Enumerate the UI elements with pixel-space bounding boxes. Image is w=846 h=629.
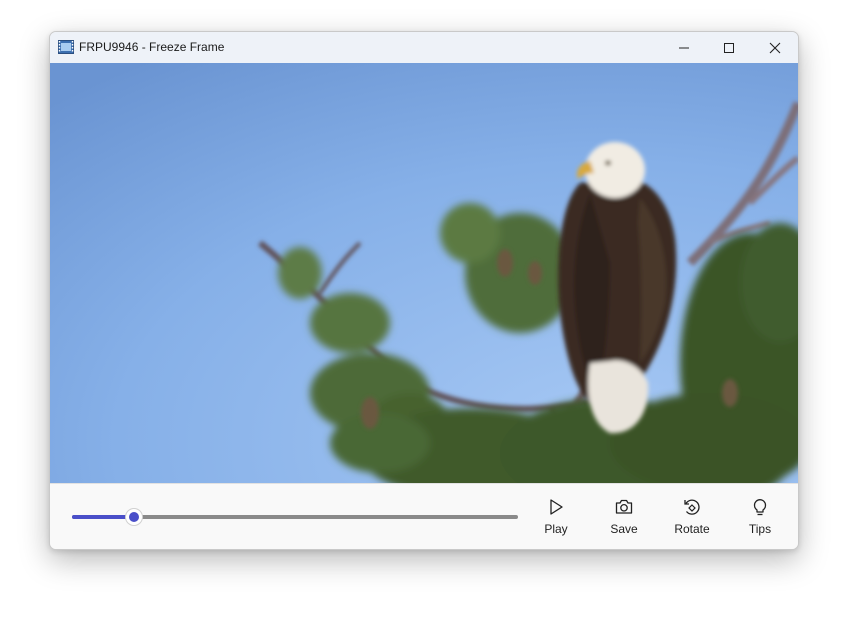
- lightbulb-icon: [753, 499, 767, 516]
- save-button[interactable]: Save: [594, 497, 654, 539]
- window-title: FRPU9946 - Freeze Frame: [79, 40, 225, 54]
- tips-button[interactable]: Tips: [730, 497, 790, 539]
- minimize-button[interactable]: [661, 32, 706, 63]
- camera-icon: [615, 499, 633, 514]
- frame-viewer[interactable]: [50, 63, 798, 483]
- maximize-icon: [723, 42, 734, 53]
- rotate-icon: [684, 499, 700, 515]
- playback-controls: Play Save Rotate Tips: [50, 483, 798, 549]
- film-strip-icon: [58, 40, 74, 54]
- close-icon: [769, 42, 780, 53]
- freeze-frame-window: FRPU9946 - Freeze Frame Play Save Rotate…: [49, 31, 799, 550]
- play-label: Play: [544, 522, 568, 536]
- close-button[interactable]: [752, 32, 797, 63]
- minimize-icon: [678, 47, 689, 48]
- rotate-label: Rotate: [674, 522, 710, 536]
- play-button[interactable]: Play: [526, 497, 586, 539]
- maximize-button[interactable]: [706, 32, 751, 63]
- play-icon: [550, 499, 563, 515]
- seek-thumb[interactable]: [126, 509, 143, 525]
- rotate-button[interactable]: Rotate: [662, 497, 722, 539]
- seek-progress: [72, 515, 135, 519]
- frame-image: [50, 63, 798, 483]
- tips-label: Tips: [748, 522, 772, 536]
- seek-slider[interactable]: [72, 507, 518, 527]
- save-label: Save: [610, 522, 638, 536]
- title-bar[interactable]: FRPU9946 - Freeze Frame: [50, 32, 798, 63]
